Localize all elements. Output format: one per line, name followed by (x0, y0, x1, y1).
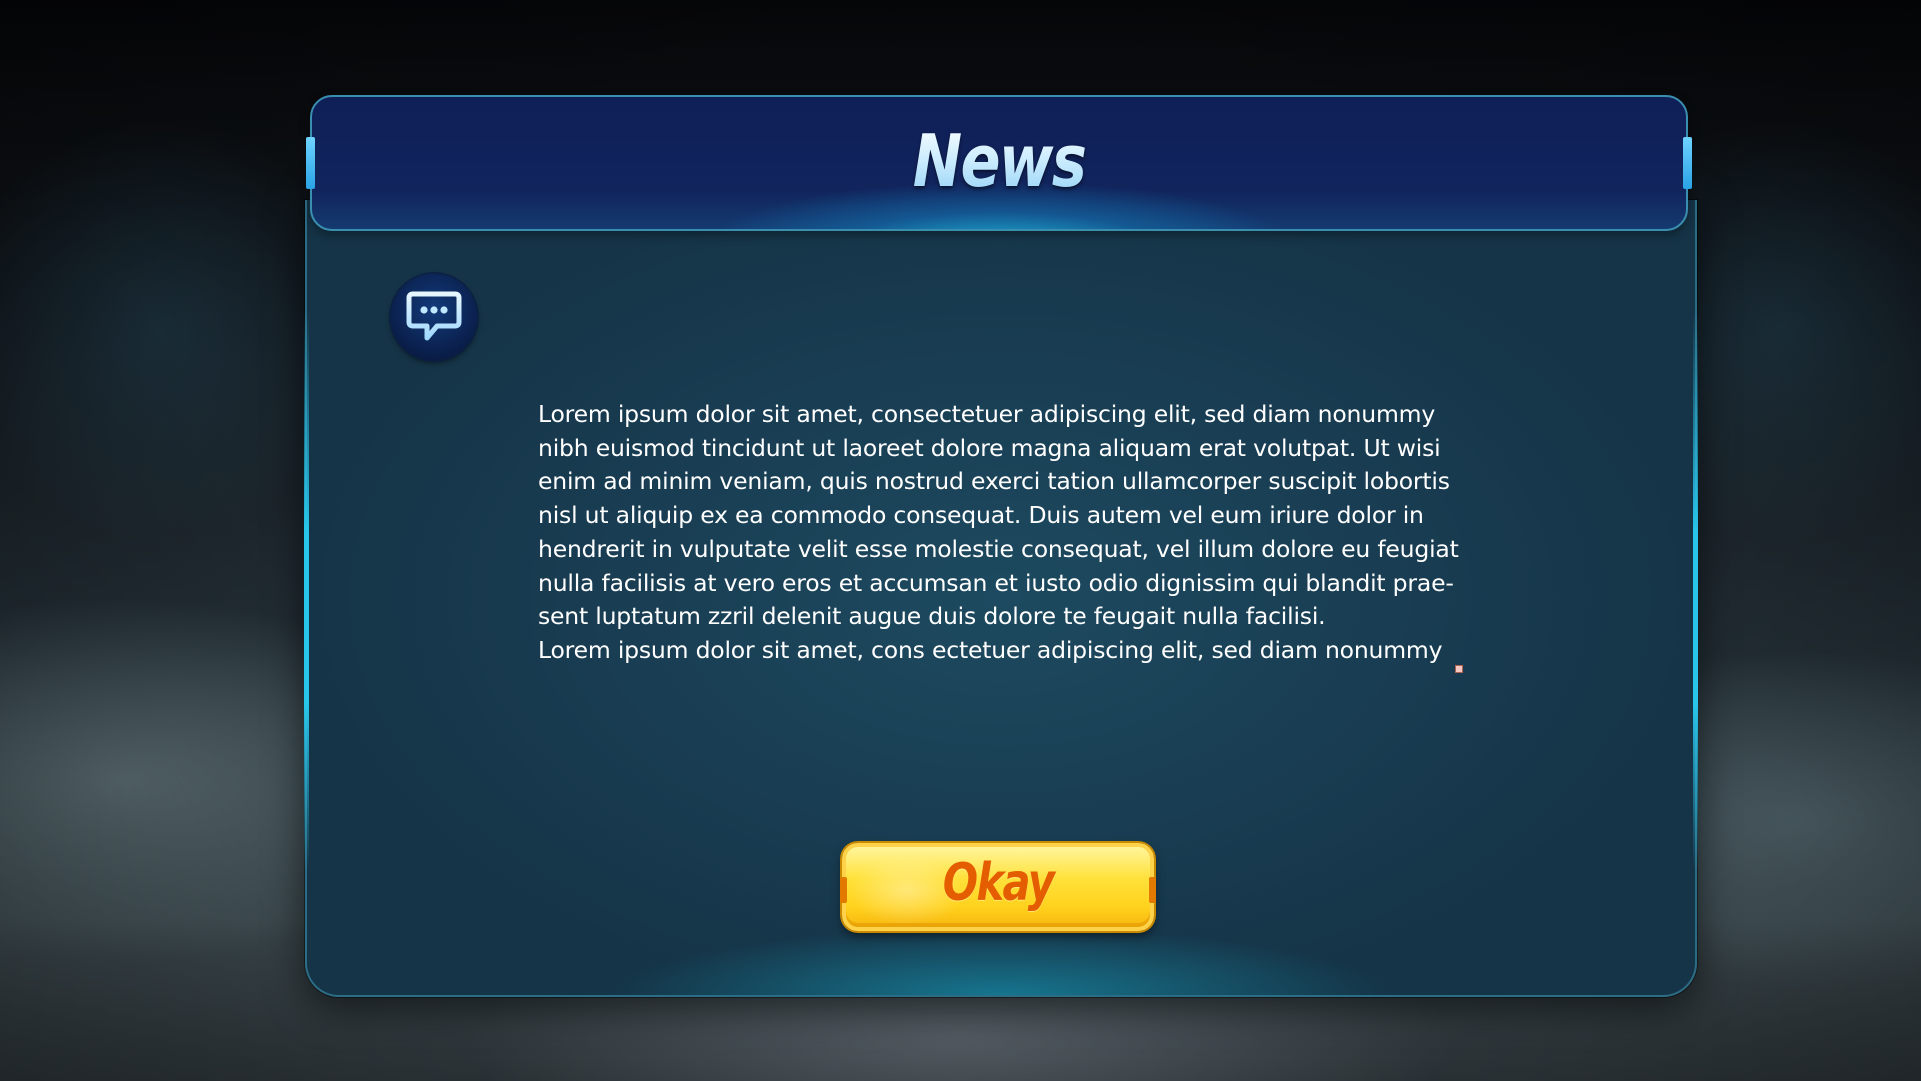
button-notch-right (1149, 877, 1156, 903)
panel-glow-edge-left (304, 310, 309, 870)
header-tab-right (1683, 137, 1692, 189)
panel-glow-edge-right (1693, 310, 1698, 870)
news-paragraph-1: Lorem ipsum dolor sit amet, consectetuer… (538, 400, 1459, 631)
text-cursor-marker (1455, 665, 1463, 673)
okay-button-label: Okay (942, 853, 1055, 913)
news-paragraph-2: Lorem ipsum dolor sit amet, cons ectetue… (538, 635, 1443, 664)
dialog-title: News (436, 119, 1563, 203)
button-notch-left (840, 877, 847, 903)
chat-bubble-icon (391, 274, 477, 360)
okay-button[interactable]: Okay (840, 843, 1156, 931)
header-tab-left (306, 137, 315, 189)
dialog-header: News (306, 95, 1692, 231)
news-body: Lorem ipsum dolor sit amet, consectetuer… (538, 398, 1478, 668)
